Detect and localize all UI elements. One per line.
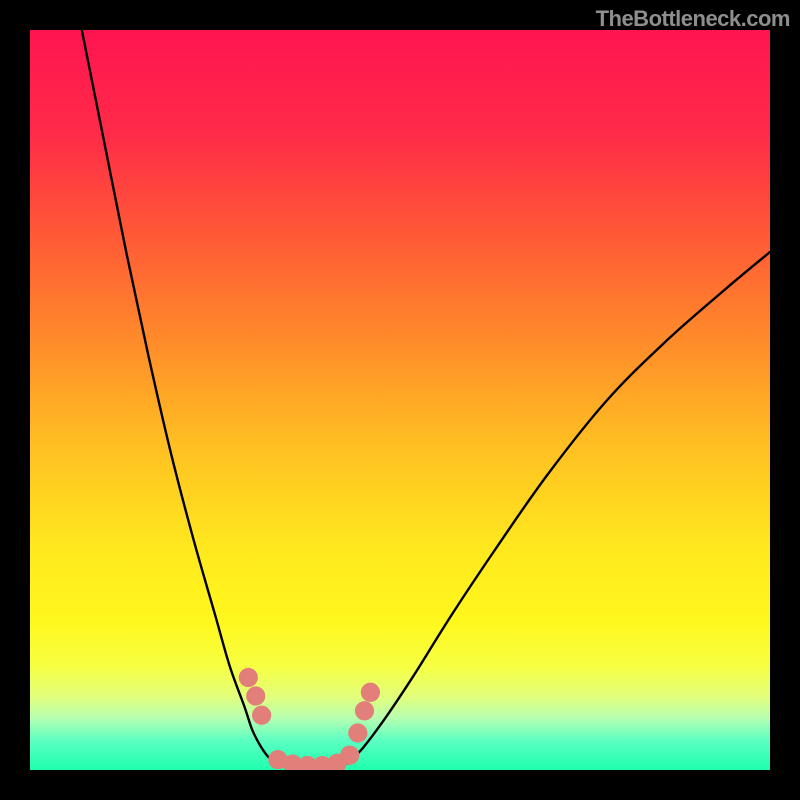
bead-marker: [348, 723, 367, 742]
bead-marker: [239, 668, 258, 687]
chart-stage: TheBottleneck.com: [0, 0, 800, 800]
bead-marker: [355, 701, 374, 720]
bottleneck-beads: [239, 668, 380, 770]
watermark-text: TheBottleneck.com: [596, 6, 790, 32]
bead-marker: [340, 746, 359, 765]
bead-marker: [361, 683, 380, 702]
curve-layer: [30, 30, 770, 770]
bead-marker: [252, 706, 271, 725]
plot-area: [30, 30, 770, 770]
bead-marker: [246, 686, 265, 705]
bottleneck-curve: [82, 30, 770, 767]
